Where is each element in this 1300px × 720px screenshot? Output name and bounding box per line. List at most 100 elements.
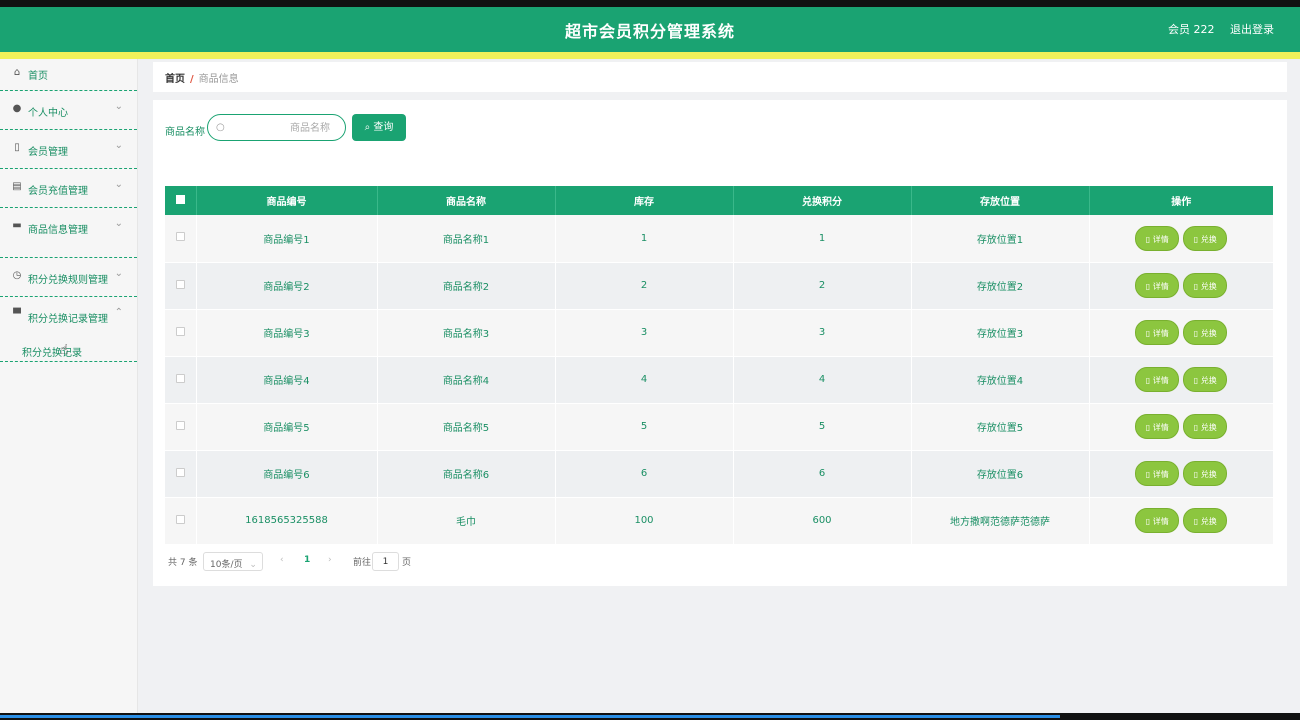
table-cell: 2 [733,262,912,310]
detail-button[interactable]: ▯ 详情 [1135,414,1180,439]
actions-cell: ▯ 详情 ▯ 兑换 [1089,309,1273,357]
submenu-item-records[interactable]: 积分兑换记录 ☝ [0,336,137,362]
table-row: 商品编号4 商品名称4 4 4 存放位置4 ▯ 详情 ▯ 兑换 [165,356,1273,404]
detail-label: 详情 [1152,517,1169,526]
sidebar-item-label: 个人中心 [28,108,68,119]
detail-label: 详情 [1152,329,1169,338]
chevron-down-icon: ⌄ [114,218,123,229]
table-cell: 1 [733,215,912,263]
table-cell: 4 [555,356,734,404]
table-row: 商品编号5 商品名称5 5 5 存放位置5 ▯ 详情 ▯ 兑换 [165,403,1273,451]
table-cell: 3 [733,309,912,357]
table-cell: 4 [733,356,912,404]
row-checkbox[interactable] [175,326,185,336]
header-user-area: 会员 222 退出登录 [1156,21,1274,37]
exchange-label: 兑换 [1200,376,1217,385]
row-select-cell [165,215,197,263]
table-cell: 毛巾 [377,497,556,545]
breadcrumb-current: 商品信息 [198,74,239,85]
exchange-label: 兑换 [1200,282,1217,291]
table-cell: 商品名称4 [377,356,556,404]
sidebar-item-products[interactable]: ▬ 商品信息管理 ⌄ [0,208,137,258]
exchange-label: 兑换 [1200,517,1217,526]
table-cell: 6 [555,450,734,498]
exchange-button[interactable]: ▯ 兑换 [1183,225,1228,251]
table-cell: 商品名称5 [377,403,556,451]
row-checkbox[interactable] [175,514,185,524]
detail-label: 详情 [1152,282,1169,291]
detail-button[interactable]: ▯ 详情 [1135,508,1180,533]
detail-button[interactable]: ▯ 详情 [1135,367,1180,392]
search-label: 商品名称 [165,127,205,138]
sidebar-item-personal[interactable]: ● 个人中心 ⌄ [0,91,137,130]
exchange-button[interactable]: ▯ 兑换 [1183,367,1228,392]
header-select-all[interactable] [165,186,197,215]
detail-button[interactable]: ▯ 详情 [1135,320,1180,345]
breadcrumb-separator: / [190,74,194,85]
hand-cursor-icon: ☝ [60,342,69,358]
submenu-label: 积分兑换记录 [22,348,82,359]
detail-button[interactable]: ▯ 详情 [1135,225,1180,251]
page-size-select[interactable]: 10条/页 ⌄ [203,552,263,571]
table-cell: 商品编号3 [196,309,378,357]
goto-page-input[interactable]: 1 [372,552,399,571]
chevron-up-icon: ⌃ [114,307,123,318]
row-select-cell [165,309,197,357]
main-content: 首页 / 商品信息 商品名称 ○ ⌕ 查询 商品编号 商品名称 库存 兑换积分 存放… [153,62,1287,586]
member-icon: ▯ [14,142,20,153]
exchange-button[interactable]: ▯ 兑换 [1183,508,1228,533]
search-input[interactable] [230,120,340,136]
search-button-label: 查询 [373,122,394,133]
sidebar-item-label: 积分兑换记录管理 [28,314,108,325]
sidebar-item-label: 首页 [28,71,48,82]
table-cell: 3 [555,309,734,357]
home-icon: ⌂ [13,67,21,78]
row-checkbox[interactable] [175,373,185,383]
row-checkbox[interactable] [175,467,185,477]
sidebar-item-records[interactable]: ▀ 积分兑换记录管理 ⌃ [0,297,137,336]
sidebar-item-label: 会员管理 [28,147,68,158]
detail-button[interactable]: ▯ 详情 [1135,273,1180,298]
user-icon: ● [12,103,22,114]
select-all-checkbox[interactable] [175,194,185,204]
table-cell: 2 [555,262,734,310]
row-checkbox[interactable] [175,279,185,289]
row-select-cell [165,450,197,498]
search-button[interactable]: ⌕ 查询 [352,114,406,141]
table-cell: 存放位置4 [911,356,1090,404]
clock-icon: ◷ [12,270,22,281]
sidebar-item-recharge[interactable]: ▤ 会员充值管理 ⌄ [0,169,137,208]
next-page-button[interactable]: › [328,555,332,565]
prev-page-button[interactable]: ‹ [280,555,284,565]
page-number[interactable]: 1 [304,555,310,565]
header-cell: 商品编号 [196,186,378,215]
table-row: 商品编号2 商品名称2 2 2 存放位置2 ▯ 详情 ▯ 兑换 [165,262,1273,310]
exchange-button[interactable]: ▯ 兑换 [1183,273,1228,298]
logout-link[interactable]: 退出登录 [1230,23,1274,36]
sidebar-item-members[interactable]: ▯ 会员管理 ⌄ [0,130,137,169]
exchange-button[interactable]: ▯ 兑换 [1183,414,1228,439]
row-checkbox[interactable] [175,420,185,430]
table-cell: 6 [733,450,912,498]
exchange-label: 兑换 [1200,423,1217,432]
table-cell: 600 [733,497,912,545]
exchange-button[interactable]: ▯ 兑换 [1183,461,1228,486]
table-header-row: 商品编号 商品名称 库存 兑换积分 存放位置 操作 [165,186,1273,215]
detail-button[interactable]: ▯ 详情 [1135,461,1180,486]
breadcrumb-home[interactable]: 首页 [165,74,185,85]
table-cell: 商品编号1 [196,215,378,263]
table-row: 商品编号1 商品名称1 1 1 存放位置1 ▯ 详情 ▯ 兑换 [165,215,1273,263]
chevron-down-icon: ⌄ [249,560,257,570]
user-name[interactable]: 会员 222 [1168,23,1215,36]
product-table: 商品编号 商品名称 库存 兑换积分 存放位置 操作 商品编号1 商品名称1 1 1 存放… [165,186,1273,545]
header: 超市会员积分管理系统 会员 222 退出登录 [0,7,1300,52]
exchange-button[interactable]: ▯ 兑换 [1183,320,1228,345]
detail-label: 详情 [1152,470,1169,479]
sidebar-item-rules[interactable]: ◷ 积分兑换规则管理 ⌄ [0,258,137,297]
clipboard-icon: ▤ [12,181,22,192]
sidebar-item-home[interactable]: ⌂ 首页 [0,59,137,91]
table-row: 商品编号6 商品名称6 6 6 存放位置6 ▯ 详情 ▯ 兑换 [165,450,1273,498]
row-checkbox[interactable] [175,232,185,242]
sidebar-item-label: 商品信息管理 [28,225,88,236]
table-cell: 商品编号5 [196,403,378,451]
